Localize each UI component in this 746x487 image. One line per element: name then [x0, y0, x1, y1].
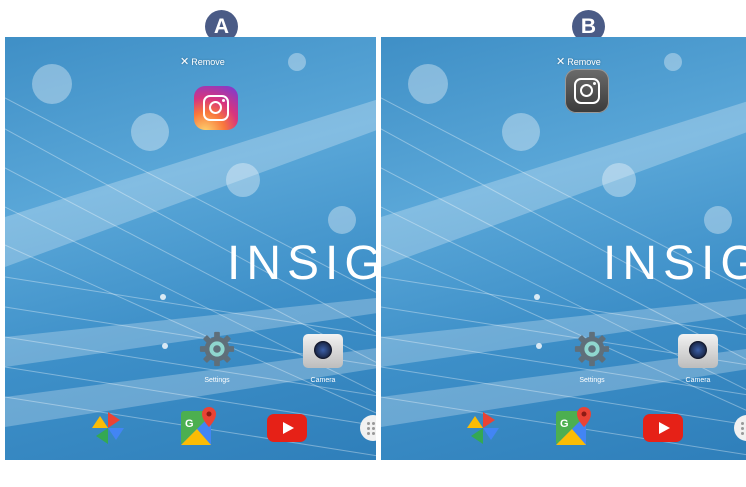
home-screen-panel-a: ✕ Remove INSIG Settings Camera G — [5, 37, 376, 460]
settings-label: Settings — [204, 377, 230, 384]
svg-text:G: G — [560, 418, 569, 430]
camera-lens-icon — [689, 341, 707, 359]
maps-icon[interactable]: G — [554, 405, 594, 447]
instagram-icon[interactable] — [565, 69, 609, 113]
camera-app-icon[interactable] — [303, 334, 343, 368]
home-screen-panel-b: ✕ Remove INSIG Settings Camera G — [381, 37, 746, 460]
remove-drop-target[interactable]: ✕ Remove — [556, 55, 601, 68]
camera-app-icon[interactable] — [678, 334, 718, 368]
close-icon: ✕ — [556, 56, 566, 68]
maps-icon[interactable]: G — [179, 405, 219, 447]
camera-glyph — [574, 78, 600, 104]
settings-icon[interactable] — [573, 330, 611, 368]
close-icon: ✕ — [180, 56, 190, 68]
remove-label: Remove — [567, 57, 601, 67]
remove-drop-target[interactable]: ✕ Remove — [180, 55, 225, 68]
camera-label: Camera — [685, 377, 711, 384]
instagram-icon[interactable] — [194, 86, 238, 130]
settings-label: Settings — [579, 377, 605, 384]
camera-glyph — [203, 95, 229, 121]
pinwheel-photos-icon[interactable] — [90, 410, 126, 446]
camera-lens-icon — [314, 341, 332, 359]
youtube-icon[interactable] — [267, 414, 307, 442]
remove-label: Remove — [191, 57, 225, 67]
pinwheel-photos-icon[interactable] — [465, 410, 501, 446]
camera-label: Camera — [310, 377, 336, 384]
svg-text:G: G — [185, 418, 194, 430]
settings-icon[interactable] — [198, 330, 236, 368]
brand-wallpaper-text: INSIG — [227, 237, 376, 290]
youtube-icon[interactable] — [643, 414, 683, 442]
brand-wallpaper-text: INSIG — [603, 237, 746, 290]
